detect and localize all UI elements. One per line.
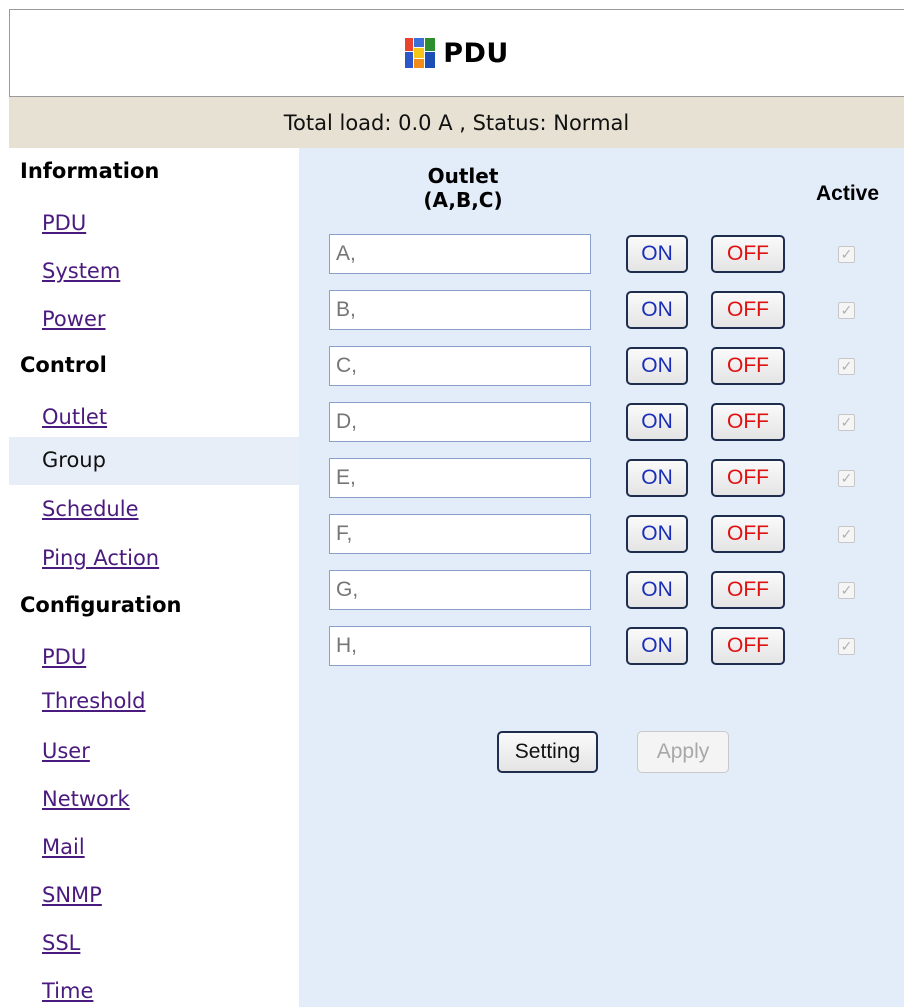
active-checkbox[interactable]: ✓ [838,470,855,487]
group-outlets-input[interactable] [329,234,591,274]
group-outlets-input[interactable] [329,458,591,498]
apply-button[interactable]: Apply [637,731,729,773]
sidebar-item-mail[interactable]: Mail [42,835,85,859]
off-button[interactable]: OFF [711,403,785,441]
sidebar-heading-control: Control [20,353,107,377]
off-button[interactable]: OFF [711,515,785,553]
on-button[interactable]: ON [626,347,688,385]
sidebar: Information PDU System Power Control Out… [9,148,299,1007]
group-row: ON OFF ✓ [299,402,904,444]
sidebar-item-pdu-info[interactable]: PDU [42,211,86,235]
sidebar-item-snmp[interactable]: SNMP [42,883,102,907]
active-checkbox[interactable]: ✓ [838,358,855,375]
off-button[interactable]: OFF [711,347,785,385]
sidebar-item-pdu-config[interactable]: PDU [42,645,86,669]
outlet-column-header: Outlet (A,B,C) [393,164,533,212]
group-row: ON OFF ✓ [299,570,904,612]
active-checkbox[interactable]: ✓ [838,526,855,543]
group-row: ON OFF ✓ [299,458,904,500]
on-button[interactable]: ON [626,515,688,553]
active-checkbox[interactable]: ✓ [838,414,855,431]
sidebar-item-user[interactable]: User [42,739,90,763]
sidebar-item-outlet[interactable]: Outlet [42,405,107,429]
sidebar-item-ping-action[interactable]: Ping Action [42,546,159,570]
sidebar-item-schedule[interactable]: Schedule [42,497,139,521]
on-button[interactable]: ON [626,235,688,273]
sidebar-item-group[interactable]: Group [9,437,299,485]
off-button[interactable]: OFF [711,627,785,665]
status-bar: Total load: 0.0 A , Status: Normal [9,97,904,148]
setting-button[interactable]: Setting [497,731,598,773]
on-button[interactable]: ON [626,627,688,665]
off-button[interactable]: OFF [711,459,785,497]
group-outlets-input[interactable] [329,290,591,330]
group-row: ON OFF ✓ [299,514,904,556]
windows-flag-icon [405,38,436,68]
sidebar-item-network[interactable]: Network [42,787,130,811]
sidebar-item-ssl[interactable]: SSL [42,931,80,955]
active-checkbox[interactable]: ✓ [838,302,855,319]
status-text: Total load: 0.0 A , Status: Normal [283,110,630,135]
outlet-header-hint: (A,B,C) [423,188,503,212]
active-checkbox[interactable]: ✓ [838,582,855,599]
sidebar-item-threshold[interactable]: Threshold [42,689,146,713]
off-button[interactable]: OFF [711,235,785,273]
group-outlets-input[interactable] [329,514,591,554]
active-checkbox[interactable]: ✓ [838,638,855,655]
group-outlets-input[interactable] [329,570,591,610]
outlet-header-label: Outlet [427,164,499,188]
on-button[interactable]: ON [626,291,688,329]
group-outlets-input[interactable] [329,626,591,666]
page-title: PDU [443,37,509,69]
sidebar-item-time[interactable]: Time [42,979,93,1003]
on-button[interactable]: ON [626,403,688,441]
page-header: PDU [9,9,904,97]
active-column-header: Active [816,182,880,205]
group-row: ON OFF ✓ [299,234,904,276]
off-button[interactable]: OFF [711,571,785,609]
active-checkbox[interactable]: ✓ [838,246,855,263]
sidebar-heading-information: Information [20,159,160,183]
sidebar-item-power[interactable]: Power [42,307,106,331]
group-row: ON OFF ✓ [299,290,904,332]
on-button[interactable]: ON [626,459,688,497]
group-outlets-input[interactable] [329,346,591,386]
sidebar-item-system[interactable]: System [42,259,120,283]
sidebar-heading-configuration: Configuration [20,593,182,617]
group-control-panel: Outlet (A,B,C) Active ON OFF ✓ ON OFF ✓ ON OFF ✓… [299,148,904,1007]
group-outlets-input[interactable] [329,402,591,442]
group-row: ON OFF ✓ [299,346,904,388]
off-button[interactable]: OFF [711,291,785,329]
on-button[interactable]: ON [626,571,688,609]
sidebar-item-label: Group [42,448,106,472]
group-row: ON OFF ✓ [299,626,904,668]
